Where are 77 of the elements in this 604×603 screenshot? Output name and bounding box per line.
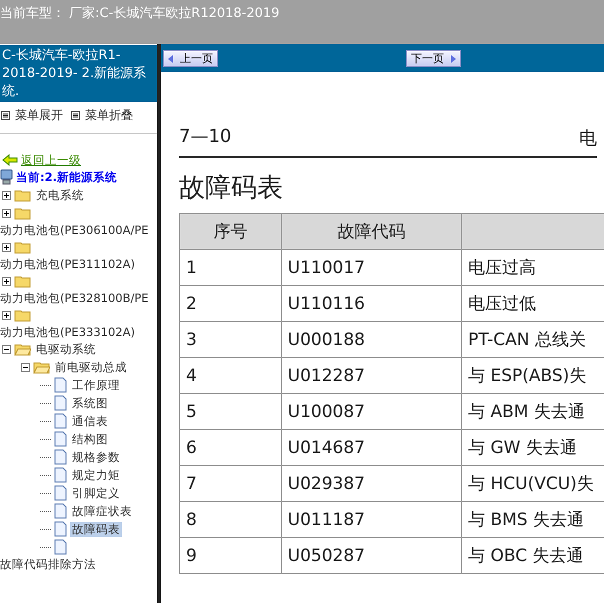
- back-link[interactable]: 返回上一级: [21, 152, 81, 168]
- document-icon: [54, 521, 67, 537]
- vehicle-title: 当前车型： 厂家:C-长城汽车欧拉R12018-2019: [0, 5, 280, 22]
- document-icon: [54, 395, 67, 411]
- table-cell: U012287: [281, 358, 462, 394]
- document-icon: [54, 413, 67, 429]
- chapter-title: 电: [579, 127, 597, 150]
- folder-icon: [14, 206, 31, 220]
- tree-item[interactable]: 故障码表: [70, 522, 122, 536]
- table-cell: 7: [180, 466, 282, 502]
- menu-toggle-button[interactable]: 菜单折叠: [71, 107, 133, 123]
- document-icon: [54, 449, 67, 465]
- sidebar-header: C-长城汽车-欧拉R1-2018-2019- 2.新能源系统.: [0, 45, 157, 102]
- tree-item[interactable]: 动力电池包(PE306100A/PE: [0, 222, 149, 238]
- table-cell: 5: [180, 394, 282, 430]
- list-icon: [71, 110, 80, 120]
- right-arrow-icon: [450, 54, 456, 62]
- tree-item[interactable]: 规格参数: [70, 450, 122, 464]
- table-cell: U050287: [281, 538, 462, 574]
- table-cell: 3: [180, 322, 282, 358]
- tree-item[interactable]: 充电系统: [34, 188, 86, 202]
- previous-page-button[interactable]: 上一页: [163, 50, 218, 67]
- folder-icon: [14, 240, 31, 254]
- column-header: 故障代码: [281, 214, 462, 250]
- folder-icon: [14, 342, 31, 356]
- table-cell: U014687: [281, 430, 462, 466]
- table-cell: 1: [180, 250, 282, 286]
- table-cell: U000188: [281, 322, 462, 358]
- table-cell: 2: [180, 286, 282, 322]
- tree-item[interactable]: 工作原理: [70, 378, 122, 392]
- document-icon: [54, 539, 67, 555]
- table-cell: 4: [180, 358, 282, 394]
- menu-toggle-button[interactable]: 菜单展开: [1, 107, 63, 123]
- tree-item[interactable]: 动力电池包(PE333102A): [0, 324, 135, 340]
- expander-icon[interactable]: [2, 276, 11, 286]
- table-cell: U100087: [281, 394, 462, 430]
- table-cell: 8: [180, 502, 282, 538]
- tree-item[interactable]: 规定力矩: [70, 468, 122, 482]
- table-cell: U011187: [281, 502, 462, 538]
- document-title: 故障码表: [179, 172, 284, 205]
- tree-item[interactable]: 通信表: [70, 414, 110, 428]
- document-icon: [54, 503, 67, 519]
- tree-item[interactable]: 故障代码排除方法: [0, 556, 96, 572]
- folder-icon: [14, 308, 31, 322]
- tree-item[interactable]: 系统图: [70, 396, 110, 410]
- folder-icon: [33, 360, 50, 374]
- table-cell: U110017: [281, 250, 462, 286]
- left-arrow-icon: [168, 54, 174, 62]
- tree-item[interactable]: 动力电池包(PE328100B/PE: [0, 290, 149, 306]
- document-icon: [54, 467, 67, 483]
- tree-item[interactable]: 动力电池包(PE311102A): [0, 256, 135, 272]
- computer-icon: [0, 169, 13, 185]
- tree-item[interactable]: 电驱动系统: [34, 342, 98, 356]
- expander-icon[interactable]: [2, 208, 11, 218]
- document-icon: [54, 485, 67, 501]
- back-arrow-icon: [2, 154, 18, 166]
- expander-icon[interactable]: [2, 310, 11, 320]
- table-cell: U029387: [281, 466, 462, 502]
- expander-icon[interactable]: [21, 362, 30, 372]
- next-page-button[interactable]: 下一页: [406, 50, 461, 67]
- page-number: 7—10: [179, 126, 232, 149]
- expander-icon[interactable]: [2, 344, 11, 354]
- folder-icon: [14, 274, 31, 288]
- tree-item[interactable]: 结构图: [70, 432, 110, 446]
- current-section: 当前:2.新能源系统: [16, 170, 117, 184]
- table-cell: U110116: [281, 286, 462, 322]
- table-cell: 9: [180, 538, 282, 574]
- column-header: 序号: [180, 214, 282, 250]
- expander-icon[interactable]: [2, 190, 11, 200]
- expander-icon[interactable]: [2, 242, 11, 252]
- document-icon: [54, 431, 67, 447]
- folder-icon: [14, 188, 31, 202]
- document-icon: [54, 377, 67, 393]
- tree-item[interactable]: 引脚定义: [70, 486, 122, 500]
- tree-item[interactable]: 故障症状表: [70, 504, 134, 518]
- tree-item[interactable]: 前电驱动总成: [53, 360, 129, 374]
- table-cell: 6: [180, 430, 282, 466]
